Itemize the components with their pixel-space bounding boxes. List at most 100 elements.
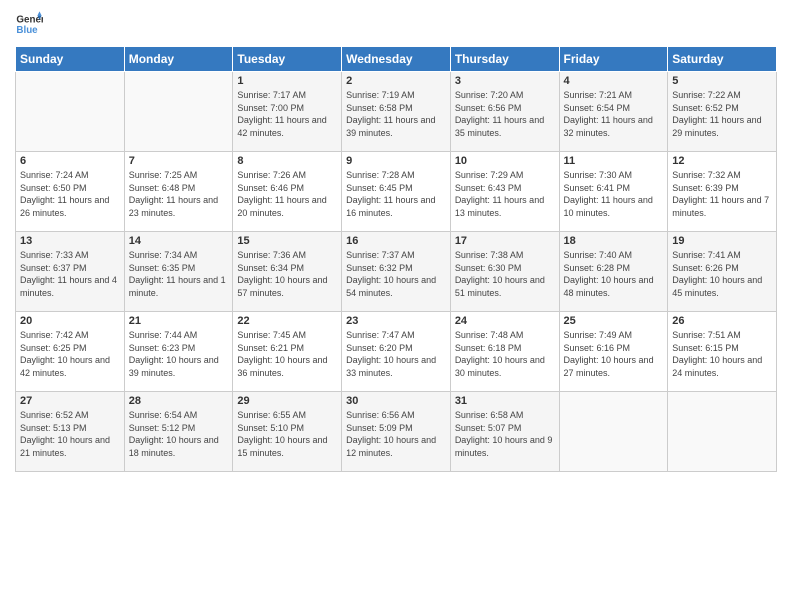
day-info: Sunrise: 6:56 AM Sunset: 5:09 PM Dayligh… bbox=[346, 409, 446, 459]
day-cell: 18 Sunrise: 7:40 AM Sunset: 6:28 PM Dayli… bbox=[559, 232, 668, 312]
day-info: Sunrise: 7:38 AM Sunset: 6:30 PM Dayligh… bbox=[455, 249, 555, 299]
day-cell: 26Sunrise: 7:51 AM Sunset: 6:15 PM Dayli… bbox=[668, 312, 777, 392]
day-info: Sunrise: 7:28 AM Sunset: 6:45 PM Dayligh… bbox=[346, 169, 446, 219]
day-cell: 1 Sunrise: 7:17 AM Sunset: 7:00 PM Daylig… bbox=[233, 72, 342, 152]
day-number: 21 bbox=[129, 315, 229, 327]
day-number: 28 bbox=[129, 395, 229, 407]
day-info: Sunrise: 7:21 AM Sunset: 6:54 PM Dayligh… bbox=[564, 89, 664, 139]
day-cell: 5 Sunrise: 7:22 AM Sunset: 6:52 PM Daylig… bbox=[668, 72, 777, 152]
header-cell-wednesday: Wednesday bbox=[342, 47, 451, 72]
week-row-5: 27 Sunrise: 6:52 AM Sunset: 5:13 PM Dayli… bbox=[16, 392, 777, 472]
day-cell: 31 Sunrise: 6:58 AM Sunset: 5:07 PM Dayli… bbox=[450, 392, 559, 472]
day-number: 7 bbox=[129, 155, 229, 167]
header-cell-saturday: Saturday bbox=[668, 47, 777, 72]
day-cell: 2 Sunrise: 7:19 AM Sunset: 6:58 PM Daylig… bbox=[342, 72, 451, 152]
day-info: Sunrise: 7:36 AM Sunset: 6:34 PM Dayligh… bbox=[237, 249, 337, 299]
day-number: 2 bbox=[346, 75, 446, 87]
day-cell: 23Sunrise: 7:47 AM Sunset: 6:20 PM Dayli… bbox=[342, 312, 451, 392]
day-cell: 6 Sunrise: 7:24 AM Sunset: 6:50 PM Daylig… bbox=[16, 152, 125, 232]
day-cell: 24 Sunrise: 7:48 AM Sunset: 6:18 PM Dayli… bbox=[450, 312, 559, 392]
day-number: 4 bbox=[564, 75, 664, 87]
day-cell: 25Sunrise: 7:49 AM Sunset: 6:16 PM Dayli… bbox=[559, 312, 668, 392]
day-info: Sunrise: 7:34 AM Sunset: 6:35 PM Dayligh… bbox=[129, 249, 229, 299]
day-info: Sunrise: 7:47 AM Sunset: 6:20 PM Dayligh… bbox=[346, 329, 446, 379]
day-info: Sunrise: 7:48 AM Sunset: 6:18 PM Dayligh… bbox=[455, 329, 555, 379]
day-number: 27 bbox=[20, 395, 120, 407]
day-cell: 14 Sunrise: 7:34 AM Sunset: 6:35 PM Dayli… bbox=[124, 232, 233, 312]
day-number: 1 bbox=[237, 75, 337, 87]
day-number: 26 bbox=[672, 315, 772, 327]
day-number: 10 bbox=[455, 155, 555, 167]
day-info: Sunrise: 7:17 AM Sunset: 7:00 PM Dayligh… bbox=[237, 89, 337, 139]
day-number: 24 bbox=[455, 315, 555, 327]
calendar-table: SundayMondayTuesdayWednesdayThursdayFrid… bbox=[15, 46, 777, 472]
day-cell: 15 Sunrise: 7:36 AM Sunset: 6:34 PM Dayli… bbox=[233, 232, 342, 312]
day-number: 20 bbox=[20, 315, 120, 327]
day-cell: 17 Sunrise: 7:38 AM Sunset: 6:30 PM Dayli… bbox=[450, 232, 559, 312]
day-cell: 19Sunrise: 7:41 AM Sunset: 6:26 PM Dayli… bbox=[668, 232, 777, 312]
day-number: 12 bbox=[672, 155, 772, 167]
day-cell bbox=[124, 72, 233, 152]
day-number: 13 bbox=[20, 235, 120, 247]
day-info: Sunrise: 7:33 AM Sunset: 6:37 PM Dayligh… bbox=[20, 249, 120, 299]
day-number: 15 bbox=[237, 235, 337, 247]
day-info: Sunrise: 7:19 AM Sunset: 6:58 PM Dayligh… bbox=[346, 89, 446, 139]
day-info: Sunrise: 7:49 AM Sunset: 6:16 PM Dayligh… bbox=[564, 329, 664, 379]
day-cell: 4 Sunrise: 7:21 AM Sunset: 6:54 PM Daylig… bbox=[559, 72, 668, 152]
header-cell-monday: Monday bbox=[124, 47, 233, 72]
week-row-1: 1 Sunrise: 7:17 AM Sunset: 7:00 PM Daylig… bbox=[16, 72, 777, 152]
day-cell: 13 Sunrise: 7:33 AM Sunset: 6:37 PM Dayli… bbox=[16, 232, 125, 312]
svg-text:Blue: Blue bbox=[16, 25, 38, 36]
day-cell: 16Sunrise: 7:37 AM Sunset: 6:32 PM Dayli… bbox=[342, 232, 451, 312]
header-row: SundayMondayTuesdayWednesdayThursdayFrid… bbox=[16, 47, 777, 72]
day-info: Sunrise: 6:54 AM Sunset: 5:12 PM Dayligh… bbox=[129, 409, 229, 459]
header: General Blue bbox=[15, 10, 777, 38]
day-info: Sunrise: 7:30 AM Sunset: 6:41 PM Dayligh… bbox=[564, 169, 664, 219]
day-number: 18 bbox=[564, 235, 664, 247]
day-info: Sunrise: 7:26 AM Sunset: 6:46 PM Dayligh… bbox=[237, 169, 337, 219]
day-info: Sunrise: 7:37 AM Sunset: 6:32 PM Dayligh… bbox=[346, 249, 446, 299]
day-info: Sunrise: 6:52 AM Sunset: 5:13 PM Dayligh… bbox=[20, 409, 120, 459]
logo: General Blue bbox=[15, 10, 43, 38]
day-cell: 28 Sunrise: 6:54 AM Sunset: 5:12 PM Dayli… bbox=[124, 392, 233, 472]
day-info: Sunrise: 7:25 AM Sunset: 6:48 PM Dayligh… bbox=[129, 169, 229, 219]
day-info: Sunrise: 7:24 AM Sunset: 6:50 PM Dayligh… bbox=[20, 169, 120, 219]
day-info: Sunrise: 6:58 AM Sunset: 5:07 PM Dayligh… bbox=[455, 409, 555, 459]
day-number: 14 bbox=[129, 235, 229, 247]
day-cell: 12Sunrise: 7:32 AM Sunset: 6:39 PM Dayli… bbox=[668, 152, 777, 232]
header-cell-thursday: Thursday bbox=[450, 47, 559, 72]
day-cell: 9Sunrise: 7:28 AM Sunset: 6:45 PM Daylig… bbox=[342, 152, 451, 232]
day-number: 17 bbox=[455, 235, 555, 247]
week-row-4: 20 Sunrise: 7:42 AM Sunset: 6:25 PM Dayli… bbox=[16, 312, 777, 392]
day-cell: 20 Sunrise: 7:42 AM Sunset: 6:25 PM Dayli… bbox=[16, 312, 125, 392]
day-cell: 8Sunrise: 7:26 AM Sunset: 6:46 PM Daylig… bbox=[233, 152, 342, 232]
day-cell: 29Sunrise: 6:55 AM Sunset: 5:10 PM Dayli… bbox=[233, 392, 342, 472]
day-info: Sunrise: 7:40 AM Sunset: 6:28 PM Dayligh… bbox=[564, 249, 664, 299]
day-info: Sunrise: 7:29 AM Sunset: 6:43 PM Dayligh… bbox=[455, 169, 555, 219]
day-number: 19 bbox=[672, 235, 772, 247]
logo-icon: General Blue bbox=[15, 10, 43, 38]
day-info: Sunrise: 7:20 AM Sunset: 6:56 PM Dayligh… bbox=[455, 89, 555, 139]
day-number: 22 bbox=[237, 315, 337, 327]
day-number: 6 bbox=[20, 155, 120, 167]
day-cell: 10 Sunrise: 7:29 AM Sunset: 6:43 PM Dayli… bbox=[450, 152, 559, 232]
day-cell: 21 Sunrise: 7:44 AM Sunset: 6:23 PM Dayli… bbox=[124, 312, 233, 392]
day-cell: 22 Sunrise: 7:45 AM Sunset: 6:21 PM Dayli… bbox=[233, 312, 342, 392]
day-info: Sunrise: 6:55 AM Sunset: 5:10 PM Dayligh… bbox=[237, 409, 337, 459]
day-number: 30 bbox=[346, 395, 446, 407]
day-info: Sunrise: 7:45 AM Sunset: 6:21 PM Dayligh… bbox=[237, 329, 337, 379]
day-cell: 27 Sunrise: 6:52 AM Sunset: 5:13 PM Dayli… bbox=[16, 392, 125, 472]
page: General Blue SundayMondayTuesdayWednesda… bbox=[0, 0, 792, 612]
header-cell-tuesday: Tuesday bbox=[233, 47, 342, 72]
header-cell-friday: Friday bbox=[559, 47, 668, 72]
day-number: 11 bbox=[564, 155, 664, 167]
day-number: 31 bbox=[455, 395, 555, 407]
day-number: 5 bbox=[672, 75, 772, 87]
day-info: Sunrise: 7:42 AM Sunset: 6:25 PM Dayligh… bbox=[20, 329, 120, 379]
week-row-3: 13 Sunrise: 7:33 AM Sunset: 6:37 PM Dayli… bbox=[16, 232, 777, 312]
day-cell: 30 Sunrise: 6:56 AM Sunset: 5:09 PM Dayli… bbox=[342, 392, 451, 472]
day-info: Sunrise: 7:44 AM Sunset: 6:23 PM Dayligh… bbox=[129, 329, 229, 379]
day-info: Sunrise: 7:22 AM Sunset: 6:52 PM Dayligh… bbox=[672, 89, 772, 139]
header-cell-sunday: Sunday bbox=[16, 47, 125, 72]
day-cell: 3Sunrise: 7:20 AM Sunset: 6:56 PM Daylig… bbox=[450, 72, 559, 152]
